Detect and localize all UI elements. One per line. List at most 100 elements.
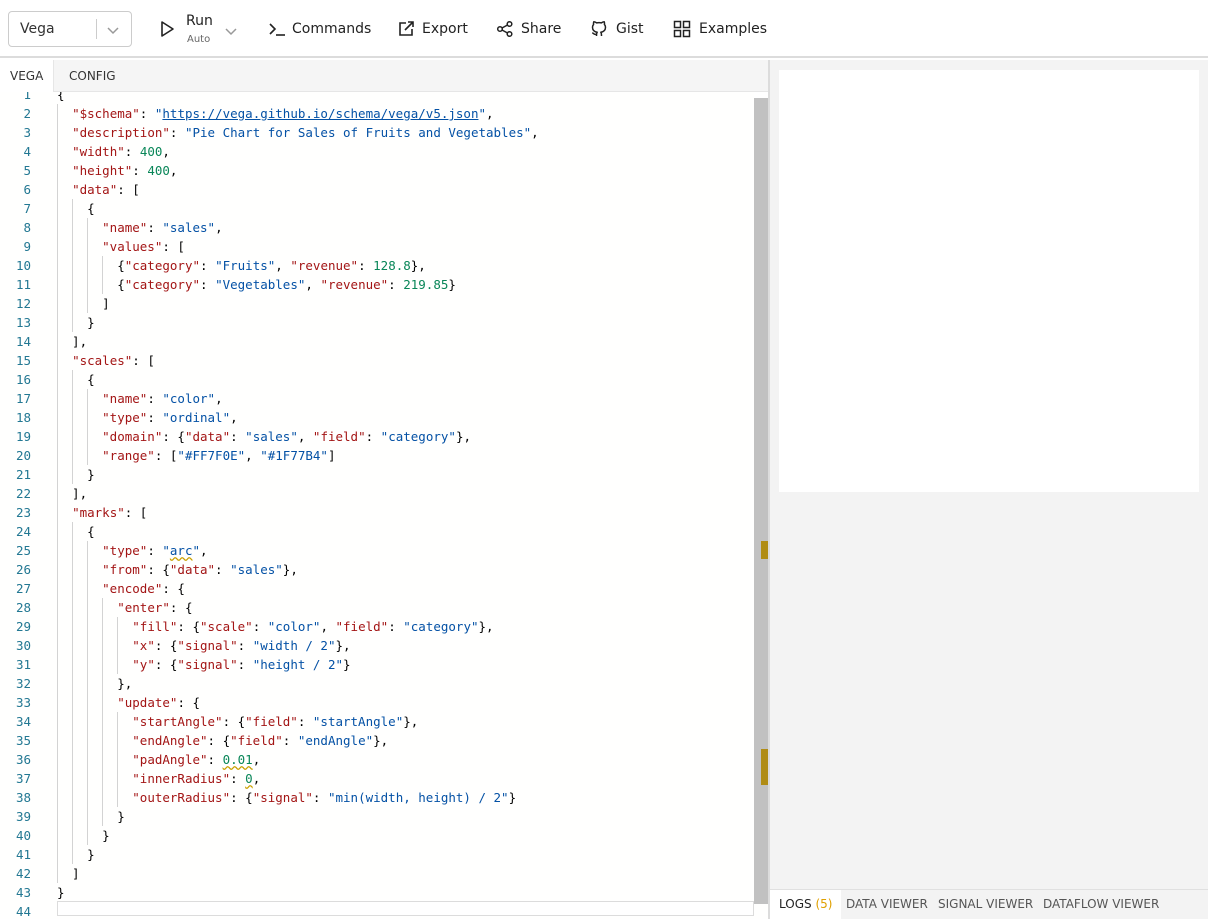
export-label: Export (422, 21, 468, 37)
mode-select-separator (96, 19, 97, 39)
line-number: 37 (15, 771, 31, 786)
code-line[interactable]: ] (57, 864, 80, 883)
code-line[interactable]: "y": {"signal": "height / 2"} (57, 655, 350, 674)
code-line[interactable]: { (57, 522, 95, 541)
code-line[interactable]: "marks": [ (57, 503, 147, 522)
line-number: 6 (23, 182, 31, 197)
line-number: 20 (15, 448, 31, 463)
line-number: 29 (15, 619, 31, 634)
run-button[interactable] (158, 0, 176, 58)
code-line[interactable]: "scales": [ (57, 351, 155, 370)
code-line[interactable]: "name": "color", (57, 389, 222, 408)
code-line[interactable]: "encode": { (57, 579, 185, 598)
code-line[interactable]: { (57, 199, 95, 218)
code-line[interactable]: "height": 400, (57, 161, 177, 180)
code-line[interactable]: "data": [ (57, 180, 140, 199)
line-number: 11 (15, 277, 31, 292)
run-label[interactable]: Run (186, 13, 213, 29)
tab-dataflow-viewer[interactable]: DATAFLOW VIEWER (1043, 890, 1159, 919)
code-line[interactable]: "outerRadius": {"signal": "min(width, he… (57, 788, 516, 807)
examples-button[interactable]: Examples (673, 0, 767, 58)
mode-select-value: Vega (20, 21, 55, 37)
share-button[interactable]: Share (496, 0, 561, 58)
line-number: 44 (15, 904, 31, 919)
code-line[interactable]: "fill": {"scale": "color", "field": "cat… (57, 617, 493, 636)
tab-vega[interactable]: VEGA (0, 60, 55, 92)
line-number: 36 (15, 752, 31, 767)
run-options-chevron-icon[interactable] (224, 23, 238, 42)
commands-button[interactable]: Commands (268, 0, 371, 58)
code-line[interactable]: "domain": {"data": "sales", "field": "ca… (57, 427, 471, 446)
export-button[interactable]: Export (397, 0, 468, 58)
code-line[interactable]: "x": {"signal": "width / 2"}, (57, 636, 350, 655)
code-area[interactable]: { "$schema": "https://vega.github.io/sch… (57, 92, 754, 919)
code-line[interactable]: } (57, 465, 95, 484)
terminal-icon (268, 21, 286, 37)
line-number: 7 (23, 201, 31, 216)
code-line[interactable]: "description": "Pie Chart for Sales of F… (57, 123, 539, 142)
mode-select[interactable]: Vega (8, 11, 132, 47)
line-number: 16 (15, 372, 31, 387)
code-line[interactable]: } (57, 826, 110, 845)
line-number: 33 (15, 695, 31, 710)
code-line[interactable]: { (57, 370, 95, 389)
line-number: 41 (15, 847, 31, 862)
line-number: 14 (15, 334, 31, 349)
code-line[interactable]: {"category": "Vegetables", "revenue": 21… (57, 275, 456, 294)
code-line[interactable]: { (57, 92, 65, 104)
line-number: 3 (23, 125, 31, 140)
share-icon (496, 20, 514, 38)
code-line[interactable]: } (57, 313, 95, 332)
line-number: 24 (15, 524, 31, 539)
code-line[interactable]: "name": "sales", (57, 218, 222, 237)
code-line[interactable]: {"category": "Fruits", "revenue": 128.8}… (57, 256, 426, 275)
line-number: 21 (15, 467, 31, 482)
code-line[interactable]: ], (57, 332, 87, 351)
line-number: 34 (15, 714, 31, 729)
line-number: 4 (23, 144, 31, 159)
code-line[interactable]: "innerRadius": 0, (57, 769, 260, 788)
code-line[interactable]: "enter": { (57, 598, 192, 617)
editor-horizontal-scrollbar[interactable] (57, 901, 754, 916)
tab-signal-viewer[interactable]: SIGNAL VIEWER (938, 890, 1033, 919)
line-number: 43 (15, 885, 31, 900)
tab-config[interactable]: CONFIG (59, 60, 126, 92)
code-line[interactable]: "padAngle": 0.01, (57, 750, 260, 769)
line-number: 2 (23, 106, 31, 121)
code-editor[interactable]: 1 2 3 4 5 6 7 8 9 10 11 12 13 14 15 16 17 18 19 20 21 22 23 24 2… (0, 92, 768, 919)
gist-button[interactable]: Gist (589, 0, 644, 58)
code-line[interactable]: }, (57, 674, 132, 693)
line-number: 27 (15, 581, 31, 596)
tab-logs[interactable]: LOGS (5) (770, 890, 842, 919)
code-line[interactable]: "type": "ordinal", (57, 408, 237, 427)
code-line[interactable]: } (57, 807, 125, 826)
editor-tabs: VEGA CONFIG (0, 60, 768, 92)
code-line[interactable]: "$schema": "https://vega.github.io/schem… (57, 104, 493, 123)
code-line[interactable]: "from": {"data": "sales"}, (57, 560, 298, 579)
code-line[interactable]: "width": 400, (57, 142, 170, 161)
code-line[interactable]: "endAngle": {"field": "endAngle"}, (57, 731, 388, 750)
code-line[interactable]: "update": { (57, 693, 200, 712)
code-line[interactable]: } (57, 883, 65, 902)
line-number: 42 (15, 866, 31, 881)
code-line[interactable]: ], (57, 484, 87, 503)
chart-preview[interactable] (779, 70, 1199, 492)
code-line[interactable]: } (57, 845, 95, 864)
code-line[interactable]: "values": [ (57, 237, 185, 256)
code-line[interactable]: ] (57, 294, 110, 313)
line-number: 31 (15, 657, 31, 672)
code-line[interactable]: "type": "arc", (57, 541, 207, 560)
output-pane (770, 60, 1208, 889)
debug-tabs: LOGS (5) DATA VIEWER SIGNAL VIEWER DATAF… (770, 889, 1208, 919)
line-number: 38 (15, 790, 31, 805)
line-number: 26 (15, 562, 31, 577)
tab-data-viewer[interactable]: DATA VIEWER (846, 890, 928, 919)
gist-label: Gist (616, 21, 644, 37)
line-number: 19 (15, 429, 31, 444)
run-mode-label: Auto (187, 34, 211, 45)
line-number: 15 (15, 353, 31, 368)
code-line[interactable]: "startAngle": {"field": "startAngle"}, (57, 712, 418, 731)
line-number: 40 (15, 828, 31, 843)
code-line[interactable]: "range": ["#FF7F0E", "#1F77B4"] (57, 446, 335, 465)
line-number: 12 (15, 296, 31, 311)
